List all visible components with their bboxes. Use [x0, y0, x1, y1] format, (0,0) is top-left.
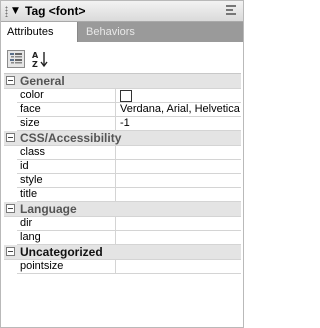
collapse-toggle-icon[interactable]: [6, 204, 15, 213]
row-gutter: [4, 174, 17, 188]
category-view-icon[interactable]: [7, 50, 25, 68]
property-name: class: [18, 146, 116, 160]
collapse-toggle-icon[interactable]: [6, 247, 15, 256]
property-name: title: [18, 188, 116, 202]
row-gutter: [4, 160, 17, 174]
row-gutter: [4, 117, 17, 131]
category-label: Language: [20, 202, 77, 216]
row-gutter: [4, 89, 17, 103]
property-row-face[interactable]: face Verdana, Arial, Helvetica: [4, 103, 241, 117]
property-row-pointsize[interactable]: pointsize: [4, 260, 241, 274]
svg-text:A: A: [32, 51, 39, 60]
property-name: style: [18, 174, 116, 188]
sort-az-icon[interactable]: A Z: [31, 50, 49, 68]
category-general[interactable]: General: [4, 74, 241, 89]
property-name: lang: [18, 231, 116, 245]
property-name: face: [18, 103, 116, 117]
category-language[interactable]: Language: [4, 202, 241, 217]
property-row-color[interactable]: color: [4, 89, 241, 103]
property-value[interactable]: [118, 231, 241, 245]
property-name: dir: [18, 217, 116, 231]
drag-grip-icon[interactable]: [5, 6, 8, 17]
property-row-id[interactable]: id: [4, 160, 241, 174]
property-row-size[interactable]: size -1: [4, 117, 241, 131]
tab-behaviors[interactable]: Behaviors: [80, 22, 141, 42]
property-value[interactable]: [118, 160, 241, 174]
attributes-grid: General color face Verdana, Arial, Helve…: [4, 73, 241, 323]
property-name: size: [18, 117, 116, 131]
collapse-arrow-icon[interactable]: ▼: [12, 6, 19, 17]
property-row-title[interactable]: title: [4, 188, 241, 202]
tab-strip: Attributes Behaviors: [1, 22, 243, 42]
tag-inspector-panel: ▼ Tag <font> Attributes Behaviors A Z Ge…: [0, 0, 244, 328]
row-gutter: [4, 188, 17, 202]
property-value[interactable]: Verdana, Arial, Helvetica: [118, 103, 241, 117]
panel-titlebar[interactable]: ▼ Tag <font>: [1, 1, 243, 22]
property-name: color: [18, 89, 116, 103]
row-gutter: [4, 260, 17, 274]
property-row-dir[interactable]: dir: [4, 217, 241, 231]
property-name: pointsize: [18, 260, 116, 274]
row-gutter: [4, 146, 17, 160]
category-css-accessibility[interactable]: CSS/Accessibility: [4, 131, 241, 146]
category-label: Uncategorized: [20, 245, 103, 259]
panel-options-icon[interactable]: [226, 5, 238, 17]
property-name: id: [18, 160, 116, 174]
row-gutter: [4, 217, 17, 231]
property-value[interactable]: -1: [118, 117, 241, 131]
category-label: CSS/Accessibility: [20, 131, 122, 145]
attributes-toolbar: A Z: [1, 42, 243, 72]
category-label: General: [20, 74, 65, 88]
row-gutter: [4, 103, 17, 117]
property-value[interactable]: [118, 217, 241, 231]
tab-attributes[interactable]: Attributes: [1, 22, 78, 42]
property-value[interactable]: [118, 260, 241, 274]
collapse-toggle-icon[interactable]: [6, 133, 15, 142]
property-value[interactable]: [118, 174, 241, 188]
panel-title: Tag <font>: [25, 4, 86, 18]
property-row-lang[interactable]: lang: [4, 231, 241, 245]
svg-text:Z: Z: [32, 60, 38, 68]
category-uncategorized[interactable]: Uncategorized: [4, 245, 241, 260]
property-row-style[interactable]: style: [4, 174, 241, 188]
row-gutter: [4, 231, 17, 245]
property-row-class[interactable]: class: [4, 146, 241, 160]
collapse-toggle-icon[interactable]: [6, 76, 15, 85]
property-value[interactable]: [118, 188, 241, 202]
property-value[interactable]: [118, 146, 241, 160]
color-swatch[interactable]: [120, 90, 132, 102]
